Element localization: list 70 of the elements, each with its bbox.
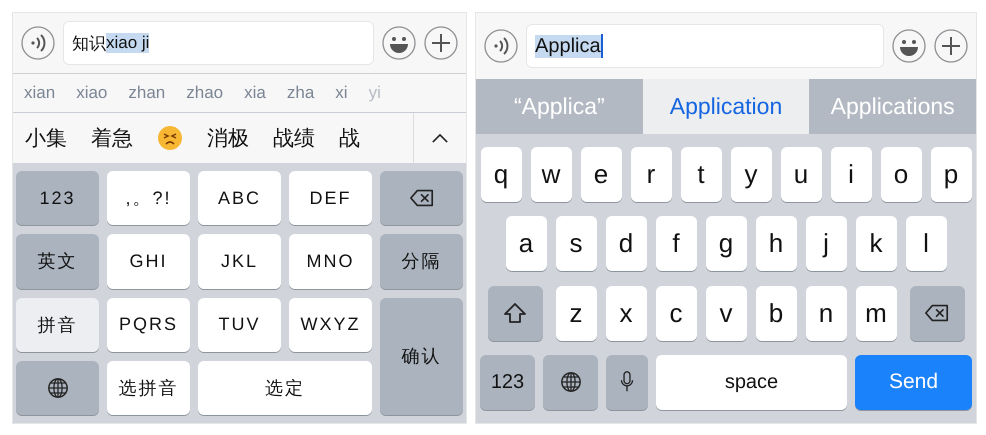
letter-key[interactable]: l [906, 216, 946, 272]
keyboard-key[interactable]: 确认 [380, 298, 463, 415]
shift-key[interactable] [488, 286, 542, 341]
letter-key[interactable]: c [656, 286, 696, 341]
letter-key[interactable]: u [780, 147, 822, 202]
letter-key[interactable]: h [756, 216, 796, 272]
keyboard-key[interactable]: JKL [198, 234, 281, 288]
keyboard-key[interactable]: WXYZ [289, 298, 372, 352]
keyboard-key[interactable]: 123 [16, 171, 99, 226]
letter-key[interactable]: n [806, 286, 846, 341]
letter-key[interactable]: m [856, 286, 896, 341]
keyboard-key[interactable]: 选拼音 [107, 360, 190, 415]
plus-icon[interactable] [424, 26, 458, 60]
voice-icon[interactable] [484, 29, 518, 63]
send-key[interactable]: Send [855, 354, 972, 410]
letter-key[interactable]: q [480, 147, 522, 202]
candidate-word[interactable]: 战 [339, 124, 360, 152]
globe-key[interactable] [16, 360, 99, 415]
delete-key[interactable] [380, 171, 463, 226]
letter-key[interactable]: x [606, 286, 646, 341]
keyboard-key[interactable]: 拼音 [16, 298, 99, 352]
keyboard-key[interactable]: MNO [289, 234, 372, 288]
delete-key[interactable] [910, 286, 964, 341]
chevron-up-icon [431, 132, 449, 144]
keyboard-key[interactable]: ,。?! [107, 171, 190, 226]
dictation-key[interactable] [606, 354, 648, 410]
letter-key[interactable]: v [706, 286, 746, 341]
keyboard-key[interactable]: ABC [198, 171, 281, 226]
letter-key[interactable]: y [730, 147, 772, 202]
letter-key[interactable]: d [606, 216, 646, 272]
keyboard-key[interactable]: 英文 [16, 234, 99, 288]
backspace-icon [924, 302, 950, 324]
candidate-word[interactable]: 着急 [91, 124, 133, 152]
keyboard-key[interactable]: GHI [107, 234, 190, 288]
letter-key[interactable]: f [656, 216, 696, 272]
letter-key[interactable]: g [706, 216, 746, 272]
letter-key[interactable]: s [556, 216, 596, 272]
letter-key[interactable]: o [880, 147, 922, 202]
keyboard-key[interactable]: 分隔 [380, 234, 463, 288]
letter-key[interactable]: i [830, 147, 872, 202]
letter-key[interactable]: k [856, 216, 896, 272]
letter-key[interactable]: w [530, 147, 572, 202]
letter-key[interactable]: b [756, 286, 796, 341]
globe-key[interactable] [543, 354, 598, 410]
keyboard-key[interactable]: PQRS [107, 298, 190, 352]
shift-icon [502, 302, 528, 324]
space-key[interactable]: space [656, 354, 847, 410]
letter-key[interactable]: e [580, 147, 622, 202]
candidate-word[interactable]: 消极 [207, 124, 249, 152]
candidate-word[interactable]: 小集 [25, 124, 67, 152]
smiley-icon[interactable] [892, 29, 926, 63]
backspace-icon [408, 187, 434, 210]
voice-icon[interactable] [21, 26, 55, 60]
keyboard-key[interactable]: 选定 [198, 360, 372, 415]
letter-key[interactable]: j [806, 216, 846, 272]
letter-key[interactable]: z [556, 286, 596, 341]
message-field[interactable]: Applica [526, 24, 884, 68]
emoji-icon[interactable] [157, 125, 183, 151]
keyboard-key[interactable]: 123 [480, 354, 535, 410]
smiley-icon[interactable] [382, 26, 416, 60]
message-field[interactable]: 知识xiao ji [63, 21, 374, 65]
letter-key[interactable]: a [506, 216, 546, 272]
suggestion-item[interactable]: Application [642, 79, 810, 134]
candidate-word[interactable]: 战绩 [273, 124, 315, 152]
keyboard-key[interactable]: TUV [198, 298, 281, 352]
plus-icon[interactable] [934, 29, 968, 63]
letter-key[interactable]: t [680, 147, 722, 202]
keyboard-key[interactable]: DEF [289, 171, 372, 226]
letter-key[interactable]: r [630, 147, 672, 202]
letter-key[interactable]: p [930, 147, 972, 202]
